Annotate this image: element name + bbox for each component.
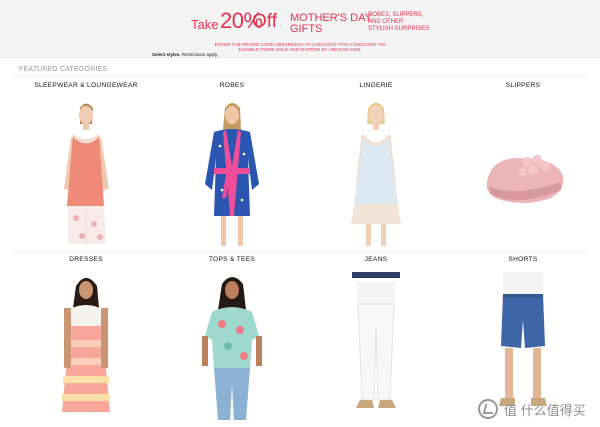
watermark-text: 值 什么值得买 bbox=[504, 403, 586, 418]
tops-tees-product-image[interactable] bbox=[162, 268, 302, 423]
watermark: 值 什么值得买 bbox=[478, 398, 593, 420]
category-label[interactable]: SLIPPERS bbox=[453, 82, 593, 89]
category-slippers[interactable]: SLIPPERS bbox=[453, 82, 593, 252]
robes-product-image[interactable] bbox=[162, 94, 302, 249]
lingerie-product-image[interactable] bbox=[306, 94, 446, 249]
section-title: FEATURED CATEGORIES bbox=[19, 66, 108, 73]
restrictions-note: Select styles. Restrictions apply. bbox=[152, 52, 218, 57]
category-label[interactable]: SHORTS bbox=[453, 256, 593, 263]
category-label[interactable]: DRESSES bbox=[16, 256, 156, 263]
category-robes[interactable]: ROBES bbox=[162, 82, 302, 252]
promo-title-line2: GIFTS bbox=[290, 23, 323, 35]
category-lingerie[interactable]: LINGERIE bbox=[306, 82, 446, 252]
select-styles-text: Select styles. bbox=[152, 52, 181, 57]
category-label[interactable]: LINGERIE bbox=[306, 82, 446, 89]
dresses-product-image[interactable] bbox=[16, 268, 156, 423]
watermark-logo-icon bbox=[478, 399, 498, 419]
promo-take-text: Take bbox=[191, 17, 219, 32]
promo-banner[interactable]: Take 20% Off MOTHER'S DAY GIFTS ROBES, S… bbox=[0, 0, 600, 58]
promo-sub-line3: STYLISH SURPRISES bbox=[368, 26, 430, 32]
jeans-product-image[interactable] bbox=[306, 268, 446, 423]
promo-sub-line2: AND OTHER bbox=[368, 19, 404, 25]
row-divider bbox=[14, 252, 586, 253]
promo-off-text: Off bbox=[252, 11, 277, 32]
restrictions-text: Restrictions apply. bbox=[181, 52, 219, 57]
category-label[interactable]: TOPS & TEES bbox=[162, 256, 302, 263]
category-dresses[interactable]: DRESSES bbox=[16, 256, 156, 426]
category-tops-tees[interactable]: TOPS & TEES bbox=[162, 256, 302, 426]
category-sleepwear[interactable]: SLEEPWEAR & LOUNGEWEAR bbox=[16, 82, 156, 252]
category-label[interactable]: JEANS bbox=[306, 256, 446, 263]
category-label[interactable]: ROBES bbox=[162, 82, 302, 89]
category-label[interactable]: SLEEPWEAR & LOUNGEWEAR bbox=[16, 82, 156, 89]
sleepwear-product-image[interactable] bbox=[16, 94, 156, 249]
promo-sub-line1: ROBES, SLIPPERS, bbox=[368, 12, 424, 18]
slippers-product-image[interactable] bbox=[453, 94, 593, 249]
promo-fine-print-2: ELIGIBLE ITEMS SOLD AND SHIPPED BY AMAZO… bbox=[238, 47, 362, 52]
section-divider bbox=[14, 76, 586, 77]
category-jeans[interactable]: JEANS bbox=[306, 256, 446, 426]
